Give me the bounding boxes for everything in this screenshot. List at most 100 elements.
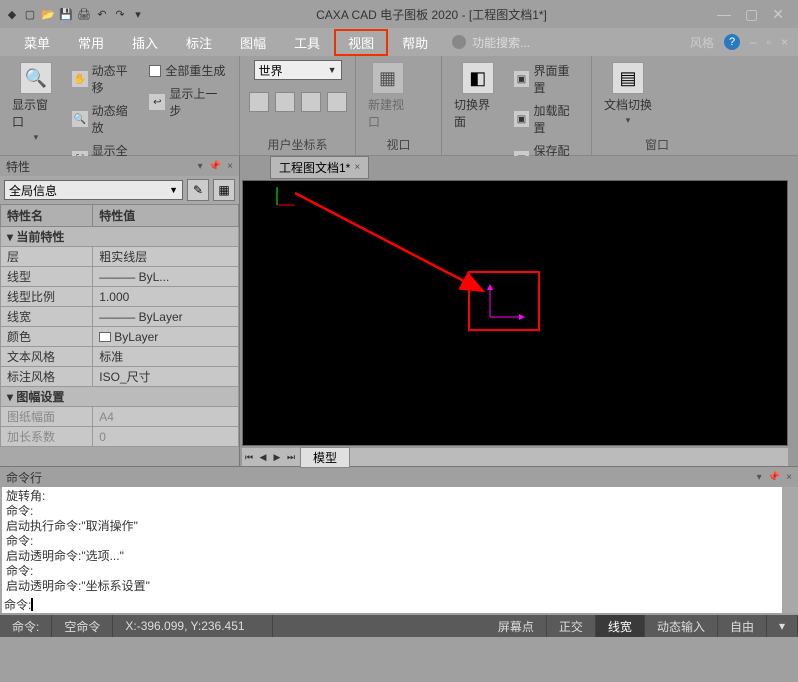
redo-icon[interactable]: ↷: [112, 6, 128, 22]
chevron-down-icon: ▼: [169, 185, 178, 195]
new-icon[interactable]: ▢: [22, 6, 38, 22]
panel-pin-icon[interactable]: 📌: [768, 472, 780, 483]
menu-shitu[interactable]: 视图: [334, 29, 388, 56]
reset-icon: ▣: [514, 71, 530, 87]
command-log: 旋转角: 命令: 启动执行命令:"取消操作" 命令: 启动透明命令:"选项...…: [2, 487, 782, 595]
status-screen[interactable]: 屏幕点: [486, 615, 547, 637]
style-label[interactable]: 风格: [690, 34, 714, 51]
command-input[interactable]: 命令:: [2, 595, 782, 613]
status-bar: 命令: 空命令 X:-396.099, Y:236.451 屏幕点 正交 线宽 …: [0, 615, 798, 637]
command-header: 命令行 ▾ 📌 ×: [0, 467, 798, 487]
magnifier-icon: 🔍: [20, 62, 52, 94]
ribbon-group-window: ▤ 文档切换 ▾ 窗口: [592, 56, 722, 155]
group-label-window: 窗口: [600, 134, 714, 153]
highlight-box: [468, 271, 540, 331]
vp-tool-2: [417, 80, 433, 96]
props-tool-2[interactable]: ▦: [213, 179, 235, 201]
properties-selector[interactable]: 全局信息 ▼: [4, 180, 183, 200]
status-ortho[interactable]: 正交: [547, 615, 596, 637]
panel-dropdown-icon[interactable]: ▾: [757, 472, 762, 483]
qat-dropdown-icon[interactable]: ▾: [130, 6, 146, 22]
bottom-tab-bar: ⏮ ◀ ▶ ⏭ 模型: [242, 448, 788, 466]
show-window-button[interactable]: 🔍 显示窗口 ▾: [8, 60, 64, 145]
status-tray-icon[interactable]: ▾: [767, 615, 798, 637]
title-bar: ◆ ▢ 📂 💾 🖨 ↶ ↷ ▾ CAXA CAD 电子图板 2020 - [工程…: [0, 0, 798, 28]
ucs-tool-4[interactable]: [327, 92, 347, 112]
win-tool-3[interactable]: [662, 82, 680, 100]
ucs-tool-1[interactable]: [249, 92, 269, 112]
menu-caidan[interactable]: 菜单: [10, 29, 64, 56]
mdi-minimize-icon[interactable]: –: [750, 35, 757, 49]
help-icon[interactable]: ?: [724, 34, 740, 50]
switch-ui-button[interactable]: ◧ 切换界面: [450, 60, 506, 132]
nav-first-icon[interactable]: ⏮: [242, 450, 256, 464]
menu-changyong[interactable]: 常用: [64, 29, 118, 56]
hand-icon: ✋: [72, 71, 88, 87]
color-swatch: [99, 332, 111, 342]
viewport-icon: ▦: [372, 62, 404, 94]
model-tab[interactable]: 模型: [300, 447, 350, 468]
table-row: 标注风格ISO_尺寸: [1, 367, 239, 387]
bulb-icon: [452, 35, 466, 49]
panel-close-icon[interactable]: ×: [786, 472, 792, 483]
group-current[interactable]: ▾ 当前特性: [1, 227, 239, 247]
print-icon[interactable]: 🖨: [76, 6, 92, 22]
ucs-tool-2[interactable]: [275, 92, 295, 112]
tab-close-icon[interactable]: ×: [354, 162, 360, 173]
mdi-close-icon[interactable]: ×: [781, 35, 788, 49]
drawing-canvas[interactable]: [242, 180, 788, 446]
panel-pin-icon[interactable]: 📌: [209, 161, 221, 172]
save-icon[interactable]: 💾: [58, 6, 74, 22]
panel-close-icon[interactable]: ×: [227, 161, 233, 172]
dyn-pan-button[interactable]: ✋动态平移: [70, 60, 142, 98]
search-placeholder: 功能搜索...: [472, 34, 530, 51]
dyn-zoom-button[interactable]: 🔍动态缩放: [70, 100, 142, 138]
nav-prev-icon[interactable]: ◀: [256, 450, 270, 464]
col-value: 特性值: [93, 205, 239, 227]
menu-gongju[interactable]: 工具: [280, 29, 334, 56]
undo-icon[interactable]: ↶: [94, 6, 110, 22]
close-button[interactable]: ✕: [772, 6, 784, 23]
ribbon-group-viewport: ▦ 新建视口 视口: [356, 56, 442, 155]
status-coords: X:-396.099, Y:236.451: [113, 615, 273, 637]
nav-last-icon[interactable]: ⏭: [284, 450, 298, 464]
doc-switch-button[interactable]: ▤ 文档切换 ▾: [600, 60, 656, 128]
prev-view-button[interactable]: ↩显示上一步: [147, 83, 231, 121]
table-row: 加长系数0: [1, 427, 239, 447]
maximize-button[interactable]: ▢: [745, 6, 758, 23]
regen-all-button[interactable]: 全部重生成: [147, 60, 231, 81]
group-sheet[interactable]: ▾ 图幅设置: [1, 387, 239, 407]
menu-charu[interactable]: 插入: [118, 29, 172, 56]
document-tab[interactable]: 工程图文档1* ×: [270, 156, 369, 179]
status-lineweight[interactable]: 线宽: [596, 615, 645, 637]
table-row: 文本风格标准: [1, 347, 239, 367]
ui-reset-button[interactable]: ▣界面重置: [512, 60, 583, 98]
minimize-button[interactable]: —: [717, 6, 731, 23]
win-tool-2[interactable]: [684, 60, 702, 78]
ribbon-group-display: 🔍 显示窗口 ▾ ✋动态平移 🔍动态缩放 ⛶显示全部 全部重生成 ↩显示上一步 …: [0, 56, 240, 155]
props-tool-1[interactable]: ✎: [187, 179, 209, 201]
mdi-restore-icon[interactable]: ▫: [767, 35, 771, 49]
app-icon[interactable]: ◆: [4, 6, 20, 22]
col-name: 特性名: [1, 205, 93, 227]
menu-tufu[interactable]: 图幅: [226, 29, 280, 56]
status-free[interactable]: 自由: [718, 615, 767, 637]
ucs-combo[interactable]: 世界 ▼: [254, 60, 342, 80]
win-tool-1[interactable]: [662, 60, 680, 78]
ui-load-button[interactable]: ▣加载配置: [512, 100, 583, 138]
menu-biaozhu[interactable]: 标注: [172, 29, 226, 56]
nav-next-icon[interactable]: ▶: [270, 450, 284, 464]
panel-dropdown-icon[interactable]: ▾: [198, 161, 203, 172]
properties-toolbar: 全局信息 ▼ ✎ ▦: [0, 176, 239, 204]
feature-search[interactable]: 功能搜索...: [452, 34, 530, 51]
new-viewport-button[interactable]: ▦ 新建视口: [364, 60, 411, 132]
open-icon[interactable]: 📂: [40, 6, 56, 22]
status-dyninput[interactable]: 动态输入: [645, 615, 718, 637]
properties-panel: 特性 ▾ 📌 × 全局信息 ▼ ✎ ▦ 特性名特性值 ▾ 当前特性 层粗实线层 …: [0, 156, 240, 466]
main-area: 特性 ▾ 📌 × 全局信息 ▼ ✎ ▦ 特性名特性值 ▾ 当前特性 层粗实线层 …: [0, 156, 798, 466]
menu-bangzhu[interactable]: 帮助: [388, 29, 442, 56]
load-icon: ▣: [514, 111, 530, 127]
ucs-tool-3[interactable]: [301, 92, 321, 112]
caret-icon: [31, 598, 33, 611]
win-tool-4[interactable]: [684, 82, 702, 100]
